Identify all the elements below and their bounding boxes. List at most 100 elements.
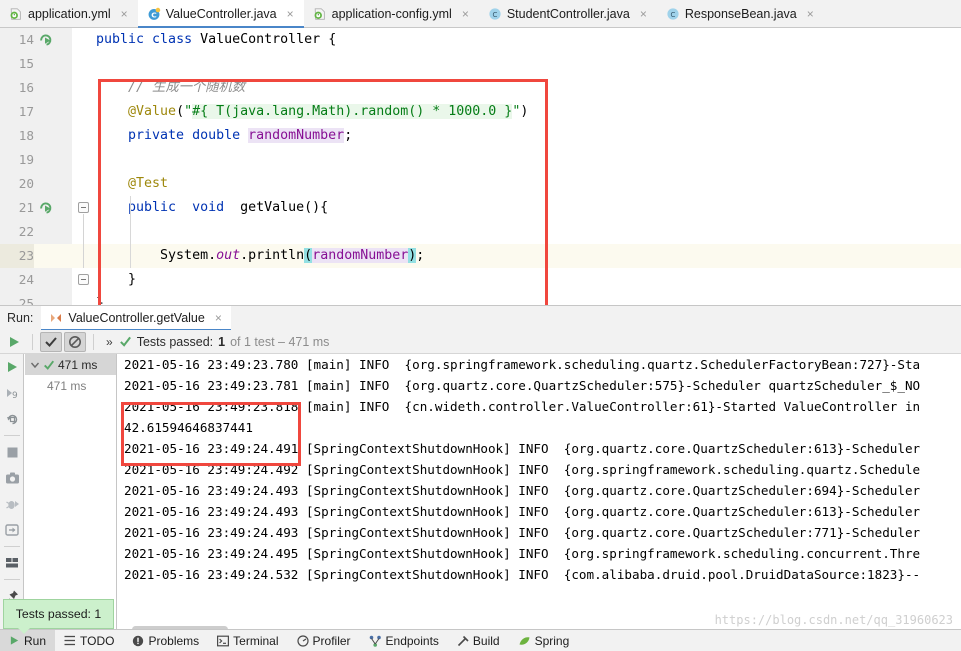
- console-line: 2021-05-16 23:49:23.780 [main] INFO {org…: [124, 357, 921, 372]
- line-number: 14: [18, 32, 34, 47]
- code-line-15[interactable]: 15: [0, 52, 961, 76]
- bottom-status-bar: Run TODO Problems Terminal Profiler Endpoints…: [0, 629, 961, 651]
- editor-tab-label: ValueController.java: [165, 6, 277, 21]
- line-number: 20: [18, 176, 34, 191]
- side-separator-3: [3, 579, 20, 580]
- test-tree-item-duration: 471 ms: [47, 378, 87, 393]
- status-bar-terminal[interactable]: Terminal: [208, 630, 287, 651]
- yml-file-icon: [9, 7, 23, 21]
- close-icon[interactable]: ×: [285, 7, 296, 21]
- status-bar-problems[interactable]: Problems: [123, 630, 208, 651]
- stop-icon[interactable]: [0, 439, 24, 465]
- editor-tab-responsebean-java[interactable]: C ResponseBean.java ×: [657, 0, 824, 27]
- profiler-icon: [296, 634, 309, 647]
- restart-icon[interactable]: [0, 406, 24, 432]
- rerun-icon[interactable]: [0, 354, 24, 380]
- test-tree-item[interactable]: 471 ms: [25, 375, 116, 396]
- screenshot-icon[interactable]: [0, 465, 24, 491]
- line-number: 17: [18, 104, 34, 119]
- test-tree-root[interactable]: 471 ms: [25, 354, 116, 375]
- status-bar-build[interactable]: Build: [448, 630, 509, 651]
- test-results-tree[interactable]: 471 ms 471 ms: [25, 354, 117, 636]
- status-bar-spring[interactable]: Spring: [509, 630, 579, 651]
- run-gutter-icon[interactable]: [38, 32, 54, 48]
- close-icon[interactable]: ×: [119, 7, 130, 21]
- code-fold-toggle[interactable]: [78, 202, 89, 213]
- status-bar-profiler[interactable]: Profiler: [288, 630, 360, 651]
- todo-list-icon: [64, 635, 76, 646]
- console-line: 2021-05-16 23:49:24.491 [SpringContextSh…: [124, 441, 921, 456]
- code-line-18[interactable]: 18 private double randomNumber;: [0, 124, 961, 148]
- problems-icon: [132, 635, 144, 647]
- code-line-14[interactable]: 14 public class ValueController {: [0, 28, 961, 52]
- code-text: }: [96, 272, 137, 287]
- debug-icon[interactable]: [0, 491, 24, 517]
- run-configuration-tab[interactable]: ValueController.getValue ×: [41, 305, 232, 331]
- code-line-21[interactable]: 21 public void getValue(){: [0, 196, 961, 220]
- editor-tab-valuecontroller-java[interactable]: C ValueController.java ×: [137, 0, 304, 28]
- export-icon[interactable]: [0, 517, 24, 543]
- console-line: 2021-05-16 23:49:24.492 [SpringContextSh…: [124, 462, 921, 477]
- code-line-19[interactable]: 19: [0, 148, 961, 172]
- yml-file-icon: [313, 7, 327, 21]
- code-editor[interactable]: 14 public class ValueController {15 16 // …: [0, 28, 961, 305]
- code-line-24[interactable]: 24 }: [0, 268, 961, 292]
- run-side-toolbar: 9: [0, 354, 24, 636]
- editor-tab-label: application.yml: [28, 6, 111, 21]
- code-line-22[interactable]: 22: [0, 220, 961, 244]
- code-fold-end-toggle[interactable]: [78, 274, 89, 285]
- rerun-failed-icon[interactable]: 9: [0, 380, 24, 406]
- tests-total-label: of 1 test – 471 ms: [230, 334, 330, 349]
- status-bar-label: Spring: [534, 633, 570, 648]
- console-line: 42.61594646837441: [124, 420, 253, 435]
- show-passed-tests-button[interactable]: [40, 331, 62, 352]
- side-separator-1: [3, 435, 20, 436]
- line-number: 23: [0, 244, 34, 268]
- close-icon[interactable]: ×: [805, 7, 816, 21]
- indent-guide: [130, 196, 131, 268]
- console-line: 2021-05-16 23:49:24.495 [SpringContextSh…: [124, 546, 921, 561]
- line-number: 18: [18, 128, 34, 143]
- more-options-chevrons[interactable]: »: [100, 335, 119, 349]
- close-icon[interactable]: ×: [460, 7, 471, 21]
- status-bar-todo[interactable]: TODO: [55, 630, 123, 651]
- code-line-25[interactable]: 25}: [0, 292, 961, 305]
- editor-tab-application-yml[interactable]: application.yml ×: [0, 0, 138, 27]
- svg-text:C: C: [670, 10, 675, 18]
- console-line: 2021-05-16 23:49:24.493 [SpringContextSh…: [124, 525, 921, 540]
- code-line-20[interactable]: 20 @Test: [0, 172, 961, 196]
- terminal-icon: [217, 635, 230, 647]
- hide-ignored-tests-button[interactable]: [64, 331, 86, 352]
- console-line: 2021-05-16 23:49:24.493 [SpringContextSh…: [124, 483, 921, 498]
- console-line: 2021-05-16 23:49:23.781 [main] INFO {org…: [124, 378, 921, 393]
- toolbar-separator: [32, 333, 33, 350]
- console-output[interactable]: 2021-05-16 23:49:23.780 [main] INFO {org…: [118, 354, 961, 636]
- status-bar-label: Problems: [148, 633, 200, 648]
- run-gutter-icon[interactable]: [38, 200, 54, 216]
- run-config-label: ValueController.getValue: [68, 311, 205, 325]
- editor-tab-label: ResponseBean.java: [684, 6, 797, 21]
- code-line-16[interactable]: 16 // 生成一个随机数: [0, 76, 961, 100]
- status-bar-label: Endpoints: [385, 633, 439, 648]
- close-icon[interactable]: ×: [638, 7, 649, 21]
- test-tree-root-duration: 471 ms: [58, 357, 98, 372]
- layout-icon[interactable]: [0, 550, 24, 576]
- java-class-icon: C: [666, 7, 680, 21]
- code-line-17[interactable]: 17 @Value("#{ T(java.lang.Math).random()…: [0, 100, 961, 124]
- rerun-tests-button[interactable]: [3, 332, 25, 352]
- code-line-23[interactable]: 23 System.out.println(randomNumber);: [0, 244, 961, 268]
- editor-tab-application-config-yml[interactable]: application-config.yml ×: [304, 0, 479, 27]
- tests-passed-count: 1: [218, 334, 226, 349]
- code-text: @Test: [96, 176, 169, 191]
- status-bar-endpoints[interactable]: Endpoints: [360, 630, 448, 651]
- editor-tab-bar: application.yml × C ValueController.java × ap…: [0, 0, 961, 28]
- console-line: 2021-05-16 23:49:24.532 [SpringContextSh…: [124, 567, 921, 582]
- run-play-icon: [9, 635, 20, 646]
- editor-tab-studentcontroller-java[interactable]: C StudentController.java ×: [479, 0, 657, 27]
- close-icon[interactable]: ×: [213, 311, 224, 325]
- spring-leaf-icon: [518, 635, 531, 647]
- side-separator-2: [3, 546, 20, 547]
- build-hammer-icon: [457, 635, 469, 647]
- chevron-down-icon[interactable]: [29, 359, 41, 371]
- tooltip-label: Tests passed: 1: [15, 607, 102, 621]
